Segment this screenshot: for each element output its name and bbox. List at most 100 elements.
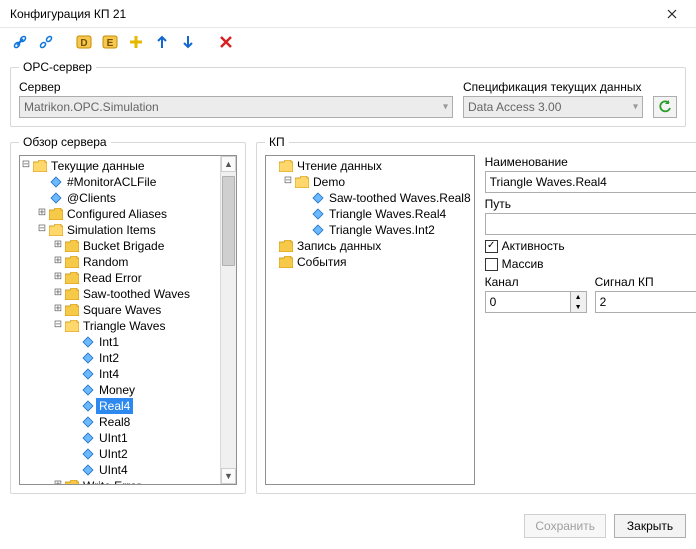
e-button[interactable]: E bbox=[100, 32, 120, 52]
folder-icon bbox=[64, 287, 80, 301]
name-label: Наименование bbox=[485, 155, 696, 169]
spec-combo[interactable]: Data Access 3.00 ▾ bbox=[463, 96, 643, 118]
unlink-icon[interactable] bbox=[36, 32, 56, 52]
diamond-icon bbox=[80, 351, 96, 365]
folder-icon bbox=[64, 479, 80, 484]
folder-icon bbox=[64, 319, 80, 333]
checkbox-icon: ✓ bbox=[485, 240, 498, 253]
svg-text:E: E bbox=[107, 38, 114, 49]
kp-legend: КП bbox=[265, 135, 289, 149]
tree-leaf[interactable]: Int4 bbox=[96, 366, 122, 382]
move-up-button[interactable] bbox=[152, 32, 172, 52]
folder-icon bbox=[278, 255, 294, 269]
array-label: Массив bbox=[502, 257, 544, 271]
scroll-down-icon[interactable]: ▼ bbox=[221, 468, 236, 484]
tree-leaf[interactable]: Int1 bbox=[96, 334, 122, 350]
add-button[interactable] bbox=[126, 32, 146, 52]
tree-leaf[interactable]: Triangle Waves.Real4 bbox=[326, 206, 449, 222]
kp-group: КП Чтение данных⊟ DemoSaw-toothed Waves.R… bbox=[256, 135, 696, 494]
delete-button[interactable] bbox=[216, 32, 236, 52]
spec-combo-value: Data Access 3.00 bbox=[468, 100, 561, 114]
save-button[interactable]: Сохранить bbox=[524, 514, 606, 538]
tree-toggle-icon[interactable]: ⊞ bbox=[52, 286, 64, 302]
close-button[interactable]: Закрыть bbox=[614, 514, 686, 538]
scroll-up-icon[interactable]: ▲ bbox=[221, 156, 236, 172]
tree-folder[interactable]: Saw-toothed Waves bbox=[80, 286, 193, 302]
move-down-button[interactable] bbox=[178, 32, 198, 52]
tree-leaf[interactable]: UInt4 bbox=[96, 462, 131, 478]
diamond-icon bbox=[310, 223, 326, 237]
tree-folder[interactable]: Write Error bbox=[80, 478, 144, 484]
server-tree[interactable]: ⊟Текущие данные#MonitorACLFile@Clients⊞C… bbox=[19, 155, 237, 485]
link-icon[interactable] bbox=[10, 32, 30, 52]
diamond-icon bbox=[48, 175, 64, 189]
tree-folder[interactable]: Demo bbox=[310, 174, 348, 190]
tree-leaf[interactable]: Real8 bbox=[96, 414, 133, 430]
tree-leaf[interactable]: Saw-toothed Waves.Real8 bbox=[326, 190, 474, 206]
tree-folder[interactable]: События bbox=[294, 254, 350, 270]
tree-toggle-icon[interactable]: ⊞ bbox=[52, 478, 64, 484]
scrollbar[interactable]: ▲ ▼ bbox=[220, 156, 236, 484]
window-close-button[interactable] bbox=[654, 3, 690, 25]
tree-toggle-icon[interactable]: ⊟ bbox=[36, 222, 48, 238]
channel-label: Канал bbox=[485, 275, 587, 289]
refresh-button[interactable] bbox=[653, 96, 677, 118]
server-browser-legend: Обзор сервера bbox=[19, 135, 111, 149]
dialog-buttons: Сохранить Закрыть bbox=[0, 510, 696, 548]
tree-folder[interactable]: Read Error bbox=[80, 270, 145, 286]
tree-leaf[interactable]: Triangle Waves.Int2 bbox=[326, 222, 438, 238]
tree-toggle-icon[interactable]: ⊟ bbox=[52, 318, 64, 334]
array-checkbox[interactable]: Массив bbox=[485, 257, 696, 271]
folder-icon bbox=[294, 175, 310, 189]
tree-folder[interactable]: Simulation Items bbox=[64, 222, 159, 238]
scroll-thumb[interactable] bbox=[222, 176, 235, 266]
opc-server-group: OPC-сервер Сервер Matrikon.OPC.Simulatio… bbox=[10, 60, 686, 127]
tree-toggle-icon[interactable]: ⊟ bbox=[20, 158, 32, 174]
name-input[interactable] bbox=[485, 171, 696, 193]
kp-tree[interactable]: Чтение данных⊟ DemoSaw-toothed Waves.Real… bbox=[265, 155, 475, 485]
window-titlebar: Конфигурация КП 21 bbox=[0, 0, 696, 28]
toolbar-separator bbox=[204, 32, 210, 52]
toolbar-separator bbox=[62, 32, 68, 52]
tree-toggle-icon[interactable]: ⊞ bbox=[52, 270, 64, 286]
diamond-icon bbox=[80, 383, 96, 397]
tree-toggle-icon[interactable]: ⊞ bbox=[52, 238, 64, 254]
spinner[interactable]: ▲▼ bbox=[570, 292, 586, 312]
server-label: Сервер bbox=[19, 80, 453, 94]
path-input[interactable] bbox=[485, 213, 696, 235]
tree-folder[interactable]: Square Waves bbox=[80, 302, 164, 318]
tree-folder[interactable]: Configured Aliases bbox=[64, 206, 170, 222]
tree-toggle-icon[interactable]: ⊞ bbox=[36, 206, 48, 222]
tree-folder[interactable]: Random bbox=[80, 254, 131, 270]
tree-leaf[interactable]: UInt2 bbox=[96, 446, 131, 462]
tree-leaf[interactable]: Money bbox=[96, 382, 138, 398]
server-combo-value: Matrikon.OPC.Simulation bbox=[24, 100, 159, 114]
tree-folder[interactable]: Чтение данных bbox=[294, 158, 385, 174]
tree-toggle-icon[interactable]: ⊟ bbox=[282, 174, 294, 190]
diamond-icon bbox=[80, 367, 96, 381]
signal-input[interactable] bbox=[595, 291, 696, 313]
tree-leaf[interactable]: UInt1 bbox=[96, 430, 131, 446]
tree-leaf[interactable]: Real4 bbox=[96, 398, 133, 414]
checkbox-icon bbox=[485, 258, 498, 271]
tree-folder[interactable]: Bucket Brigade bbox=[80, 238, 167, 254]
path-label: Путь bbox=[485, 197, 696, 211]
activity-label: Активность bbox=[502, 239, 565, 253]
tree-toggle-icon[interactable]: ⊞ bbox=[52, 254, 64, 270]
tree-leaf[interactable]: @Clients bbox=[64, 190, 119, 206]
tree-toggle-icon[interactable]: ⊞ bbox=[52, 302, 64, 318]
tree-folder[interactable]: Запись данных bbox=[294, 238, 384, 254]
server-combo[interactable]: Matrikon.OPC.Simulation ▾ bbox=[19, 96, 453, 118]
tree-node[interactable]: Текущие данные bbox=[48, 158, 148, 174]
spec-label: Спецификация текущих данных bbox=[463, 80, 643, 94]
diamond-icon bbox=[310, 191, 326, 205]
window-title: Конфигурация КП 21 bbox=[10, 7, 654, 21]
tree-leaf[interactable]: #MonitorACLFile bbox=[64, 174, 159, 190]
d-button[interactable]: D bbox=[74, 32, 94, 52]
chevron-down-icon: ▾ bbox=[443, 102, 448, 113]
tree-folder[interactable]: Triangle Waves bbox=[80, 318, 168, 334]
tree-leaf[interactable]: Int2 bbox=[96, 350, 122, 366]
folder-icon bbox=[32, 159, 48, 173]
activity-checkbox[interactable]: ✓ Активность bbox=[485, 239, 696, 253]
diamond-icon bbox=[80, 447, 96, 461]
